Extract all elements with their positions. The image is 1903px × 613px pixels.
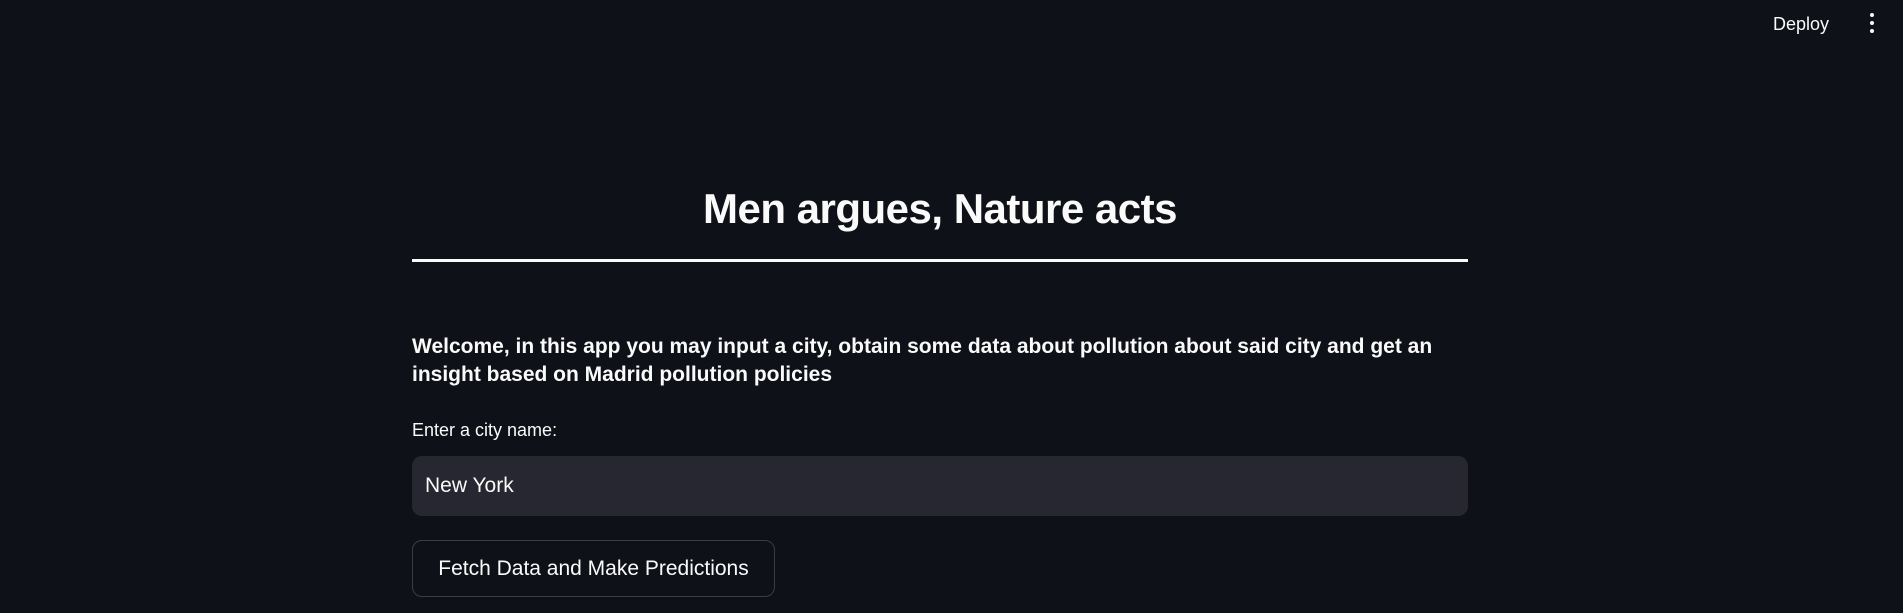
fetch-data-button[interactable]: Fetch Data and Make Predictions	[412, 540, 775, 597]
city-input[interactable]	[412, 456, 1468, 516]
welcome-text: Welcome, in this app you may input a cit…	[412, 335, 1433, 386]
menu-dot	[1870, 29, 1874, 33]
top-toolbar: Deploy	[0, 0, 1903, 44]
city-field-label: Enter a city name:	[412, 420, 558, 440]
menu-dot	[1870, 13, 1874, 17]
menu-dot	[1870, 21, 1874, 25]
deploy-button[interactable]: Deploy	[1765, 10, 1837, 39]
title-divider	[412, 259, 1468, 262]
page-title: Men argues, Nature acts	[702, 185, 1178, 232]
more-vertical-icon[interactable]	[1863, 10, 1881, 36]
app-root: Deploy Men argues, Nature acts Welcome, …	[0, 0, 1903, 613]
